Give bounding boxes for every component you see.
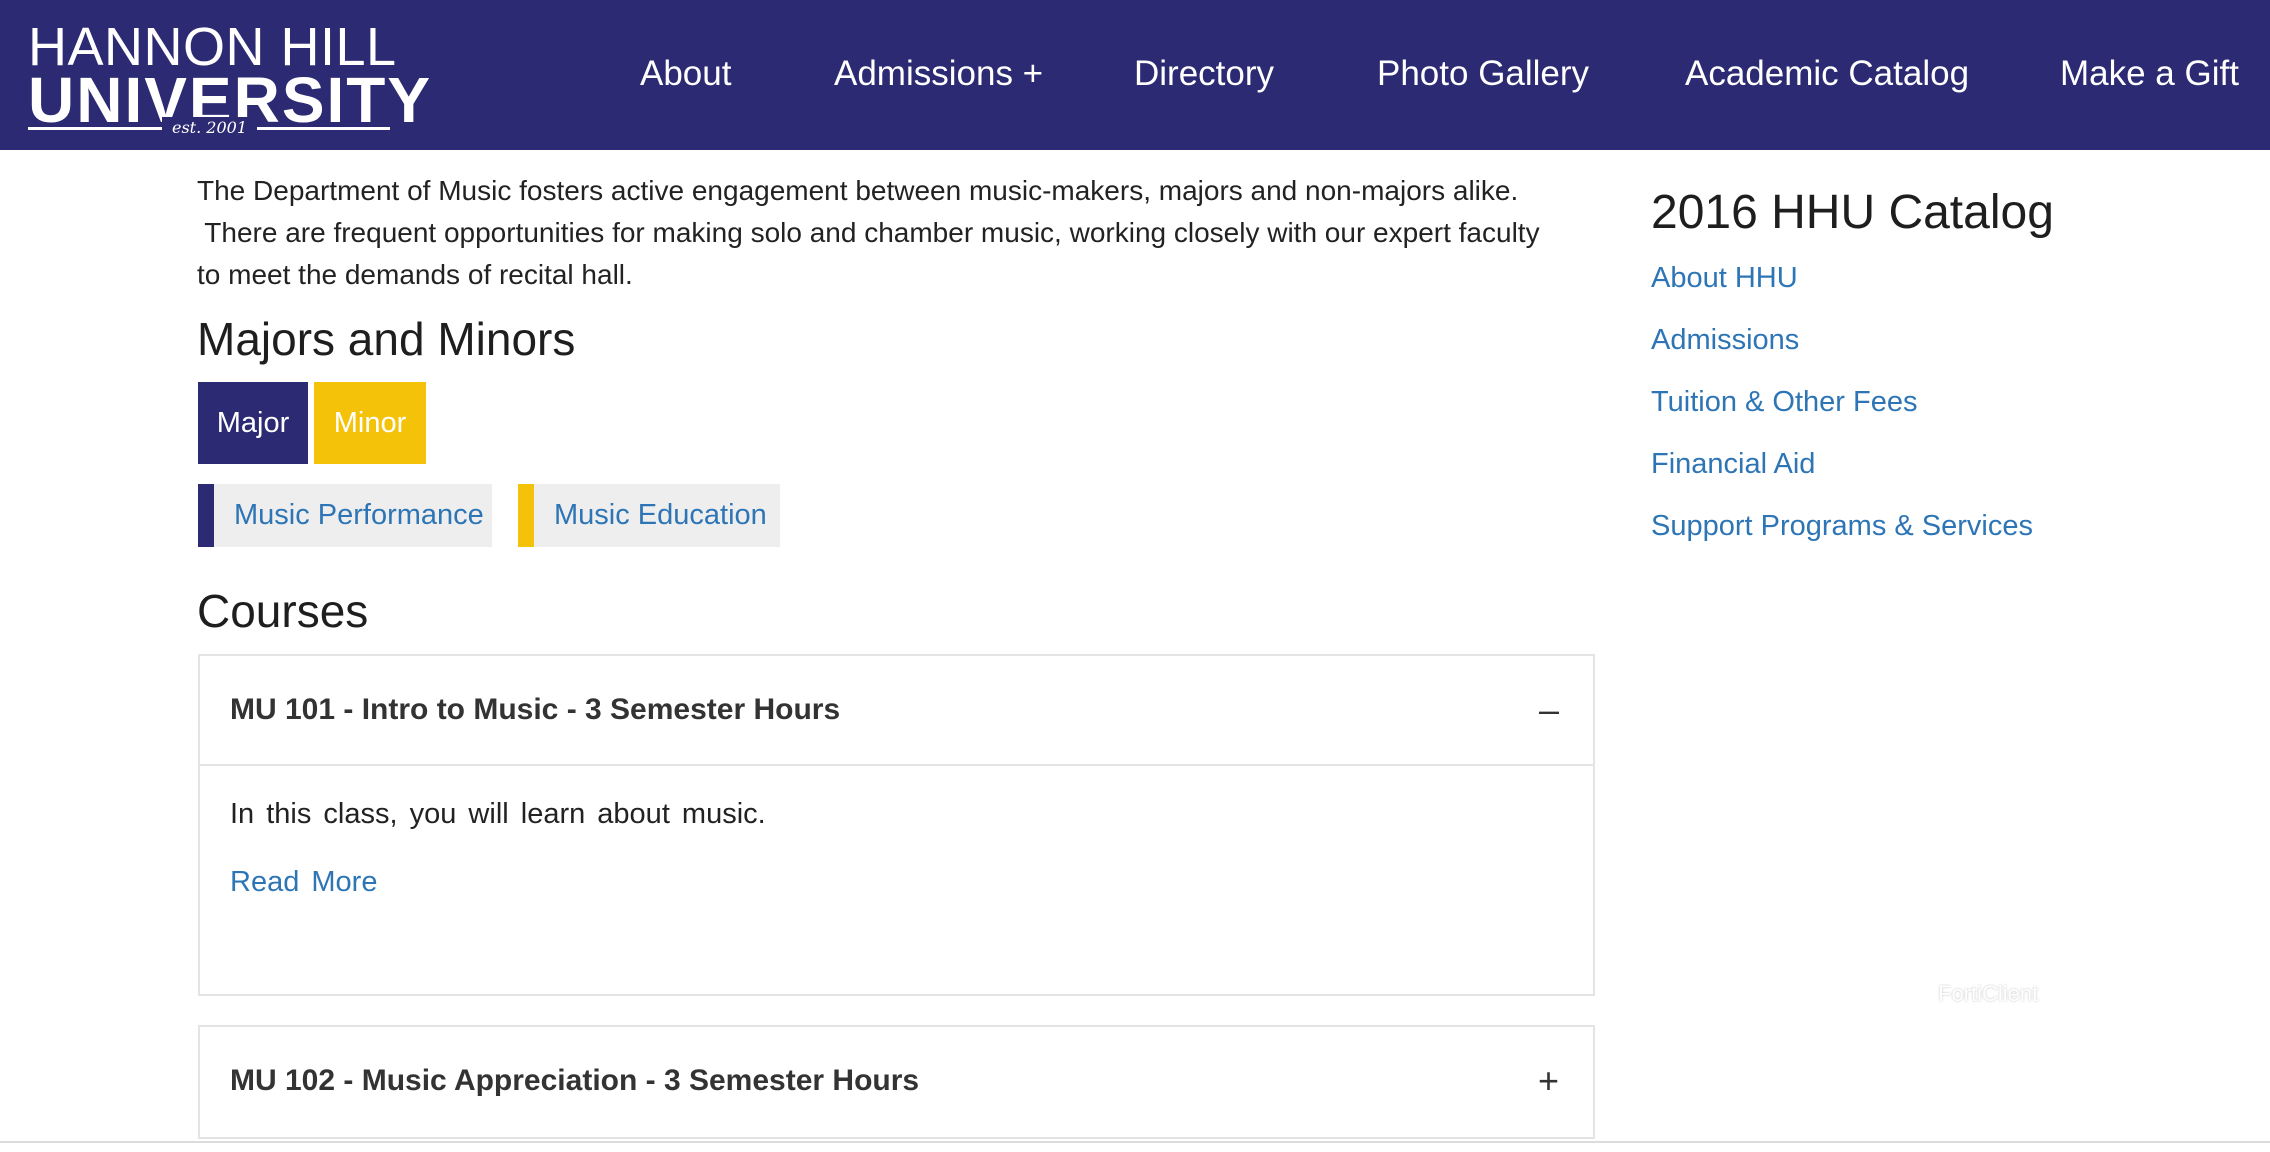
courses-heading: Courses	[197, 585, 369, 637]
read-more-link[interactable]: Read More	[230, 862, 377, 902]
course-header-mu101[interactable]: MU 101 - Intro to Music - 3 Semester Hou…	[200, 656, 1593, 766]
minor-filter-button[interactable]: Minor	[314, 382, 426, 464]
nav-admissions[interactable]: Admissions +	[834, 52, 1043, 96]
course-panel-mu101: MU 101 - Intro to Music - 3 Semester Hou…	[198, 654, 1595, 996]
nav-about[interactable]: About	[640, 52, 731, 96]
department-intro: The Department of Music fosters active e…	[197, 170, 1602, 296]
expand-icon[interactable]: +	[1538, 1059, 1559, 1103]
major-indicator-bar	[198, 484, 214, 547]
sidebar-title: 2016 HHU Catalog	[1651, 186, 2054, 239]
program-label: Music Education	[554, 499, 767, 531]
forticlient-watermark: FortiClient	[1938, 981, 2039, 1006]
nav-make-a-gift[interactable]: Make a Gift	[2060, 52, 2239, 96]
logo-est: est. 2001	[162, 117, 257, 139]
course-title: MU 101 - Intro to Music - 3 Semester Hou…	[230, 693, 841, 726]
intro-line-3: to meet the demands of recital hall.	[197, 259, 633, 290]
program-music-performance[interactable]: Music Performance	[198, 484, 492, 547]
course-header-mu102[interactable]: MU 102 - Music Appreciation - 3 Semester…	[200, 1027, 1593, 1135]
program-music-education[interactable]: Music Education	[518, 484, 780, 547]
intro-line-1: The Department of Music fosters active e…	[197, 175, 1519, 206]
course-panel-mu102: MU 102 - Music Appreciation - 3 Semester…	[198, 1025, 1595, 1139]
collapse-icon[interactable]: –	[1539, 688, 1559, 732]
bottom-divider	[0, 1141, 2270, 1143]
sidebar-link-tuition-fees[interactable]: Tuition & Other Fees	[1651, 380, 2033, 442]
majors-heading: Majors and Minors	[197, 313, 576, 365]
sidebar-nav: About HHU Admissions Tuition & Other Fee…	[1651, 256, 2033, 566]
sidebar-link-admissions[interactable]: Admissions	[1651, 318, 2033, 380]
university-logo[interactable]: HANNON HILL UNIVERSITY est. 2001	[28, 20, 430, 139]
sidebar-link-financial-aid[interactable]: Financial Aid	[1651, 442, 2033, 504]
sidebar-link-about-hhu[interactable]: About HHU	[1651, 256, 2033, 318]
nav-academic-catalog[interactable]: Academic Catalog	[1685, 52, 1969, 96]
nav-photo-gallery[interactable]: Photo Gallery	[1377, 52, 1589, 96]
course-title: MU 102 - Music Appreciation - 3 Semester…	[230, 1064, 920, 1097]
intro-line-2: There are frequent opportunities for mak…	[197, 217, 1540, 248]
site-header: HANNON HILL UNIVERSITY est. 2001 About A…	[0, 0, 2270, 150]
major-filter-button[interactable]: Major	[198, 382, 308, 464]
sidebar-link-support-programs[interactable]: Support Programs & Services	[1651, 504, 2033, 566]
program-label: Music Performance	[234, 499, 484, 531]
nav-directory[interactable]: Directory	[1134, 52, 1274, 96]
minor-indicator-bar	[518, 484, 534, 547]
course-description: In this class, you will learn about musi…	[230, 798, 766, 830]
